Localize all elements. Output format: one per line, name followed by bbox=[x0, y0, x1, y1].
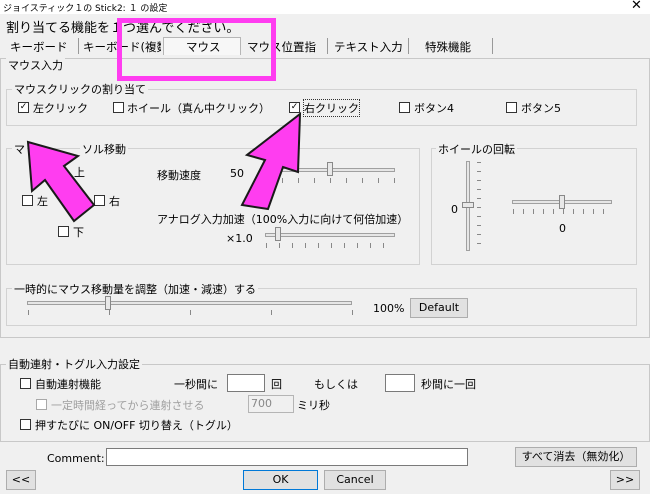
annotation-arrow-left bbox=[26, 140, 96, 223]
annotation-arrows bbox=[26, 111, 302, 223]
annotation-arrow-right bbox=[240, 111, 302, 211]
